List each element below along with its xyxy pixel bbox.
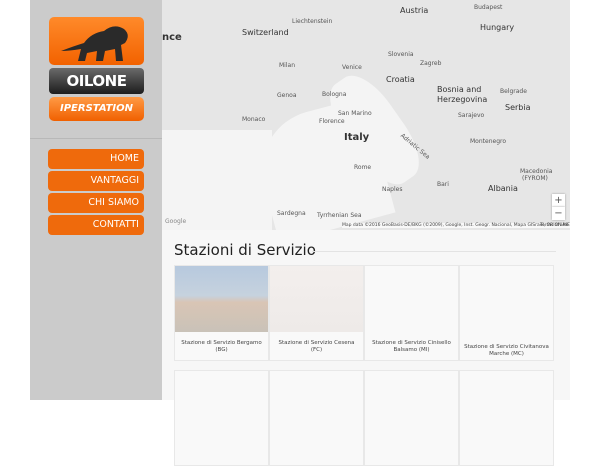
map-label: nce xyxy=(162,32,182,43)
map-attribution: Map data ©2016 GeoBasis-DE/BKG (©2009), … xyxy=(342,223,570,228)
map-label: Bari xyxy=(437,181,449,188)
divider xyxy=(30,138,162,139)
station-name: Stazione di Servizio Civitanova Marche (… xyxy=(464,344,549,357)
station-photo xyxy=(270,266,363,332)
map-label: Austria xyxy=(400,6,429,15)
map-label: Bologna xyxy=(322,91,347,98)
map-label: Italy xyxy=(344,132,370,143)
iperstation-logo: IPERSTATION xyxy=(49,97,144,121)
station-name: Stazione di Servizio Cinisello Balsamo (… xyxy=(372,340,451,353)
station-card[interactable] xyxy=(459,370,554,466)
station-card[interactable] xyxy=(269,370,364,466)
map-label: Budapest xyxy=(474,4,503,11)
map-label: Albania xyxy=(488,184,518,193)
section-title: Stazioni di Servizio xyxy=(174,241,316,259)
nav-vantaggi[interactable]: VANTAGGI xyxy=(48,171,144,191)
station-name: Stazione di Servizio Bergamo (BG) xyxy=(181,340,262,353)
nav-home[interactable]: HOME xyxy=(48,149,144,169)
oilone-logo: OILONE xyxy=(49,68,144,94)
map-label: Switzerland xyxy=(242,28,289,37)
map-label: San Marino xyxy=(338,110,372,117)
map-label: Genoa xyxy=(277,92,297,99)
map[interactable]: Austria Budapest Hungary Switzerland Lie… xyxy=(162,0,570,230)
zoom-out-button[interactable]: − xyxy=(552,207,565,220)
map-label: Naples xyxy=(382,186,403,193)
google-logo: Google xyxy=(165,218,187,225)
station-photo xyxy=(175,266,268,332)
nav-contatti[interactable]: CONTATTI xyxy=(48,215,144,235)
sidebar: OILONE IPERSTATION HOME VANTAGGI CHI SIA… xyxy=(30,0,162,400)
zoom-in-button[interactable]: + xyxy=(552,194,565,207)
sea xyxy=(162,130,272,230)
station-card[interactable] xyxy=(364,370,459,466)
map-label: Sardegna xyxy=(277,210,306,217)
title-rule xyxy=(312,251,556,252)
map-label: Tyrrhenian Sea xyxy=(317,212,362,219)
map-label: Rome xyxy=(354,164,372,171)
terms-link[interactable]: Terms of Use xyxy=(540,223,569,228)
map-label: Herzegovina xyxy=(437,95,488,104)
station-name: Stazione di Servizio Cesena (FC) xyxy=(278,340,355,353)
station-card[interactable]: Stazione di Servizio Civitanova Marche (… xyxy=(459,265,554,361)
map-label: Bosnia and xyxy=(437,85,482,94)
map-label: Macedonia xyxy=(520,168,553,175)
map-label: Belgrade xyxy=(500,88,527,95)
station-card[interactable]: Stazione di Servizio Bergamo (BG) xyxy=(174,265,269,361)
station-card[interactable]: Stazione di Servizio Cinisello Balsamo (… xyxy=(364,265,459,361)
map-label: Hungary xyxy=(480,23,515,32)
map-label: Serbia xyxy=(505,103,531,112)
map-label: Sarajevo xyxy=(458,112,485,119)
map-label: Monaco xyxy=(242,116,266,123)
map-label: (FYROM) xyxy=(522,175,548,182)
map-label: Zagreb xyxy=(420,60,442,67)
lion-icon xyxy=(61,26,128,61)
map-label: Milan xyxy=(279,62,295,69)
map-label: Croatia xyxy=(386,75,415,84)
lion-logo[interactable] xyxy=(49,17,144,65)
map-label: Liechtenstein xyxy=(292,18,333,25)
map-label: Slovenia xyxy=(388,51,414,58)
nav-chi-siamo[interactable]: CHI SIAMO xyxy=(48,193,144,213)
map-label: Florence xyxy=(319,118,345,125)
station-card[interactable]: Stazione di Servizio Cesena (FC) xyxy=(269,265,364,361)
station-card[interactable] xyxy=(174,370,269,466)
stations-section: Stazioni di Servizio Stazione di Servizi… xyxy=(162,230,570,466)
map-label: Venice xyxy=(342,64,362,71)
map-label: Montenegro xyxy=(470,138,507,145)
